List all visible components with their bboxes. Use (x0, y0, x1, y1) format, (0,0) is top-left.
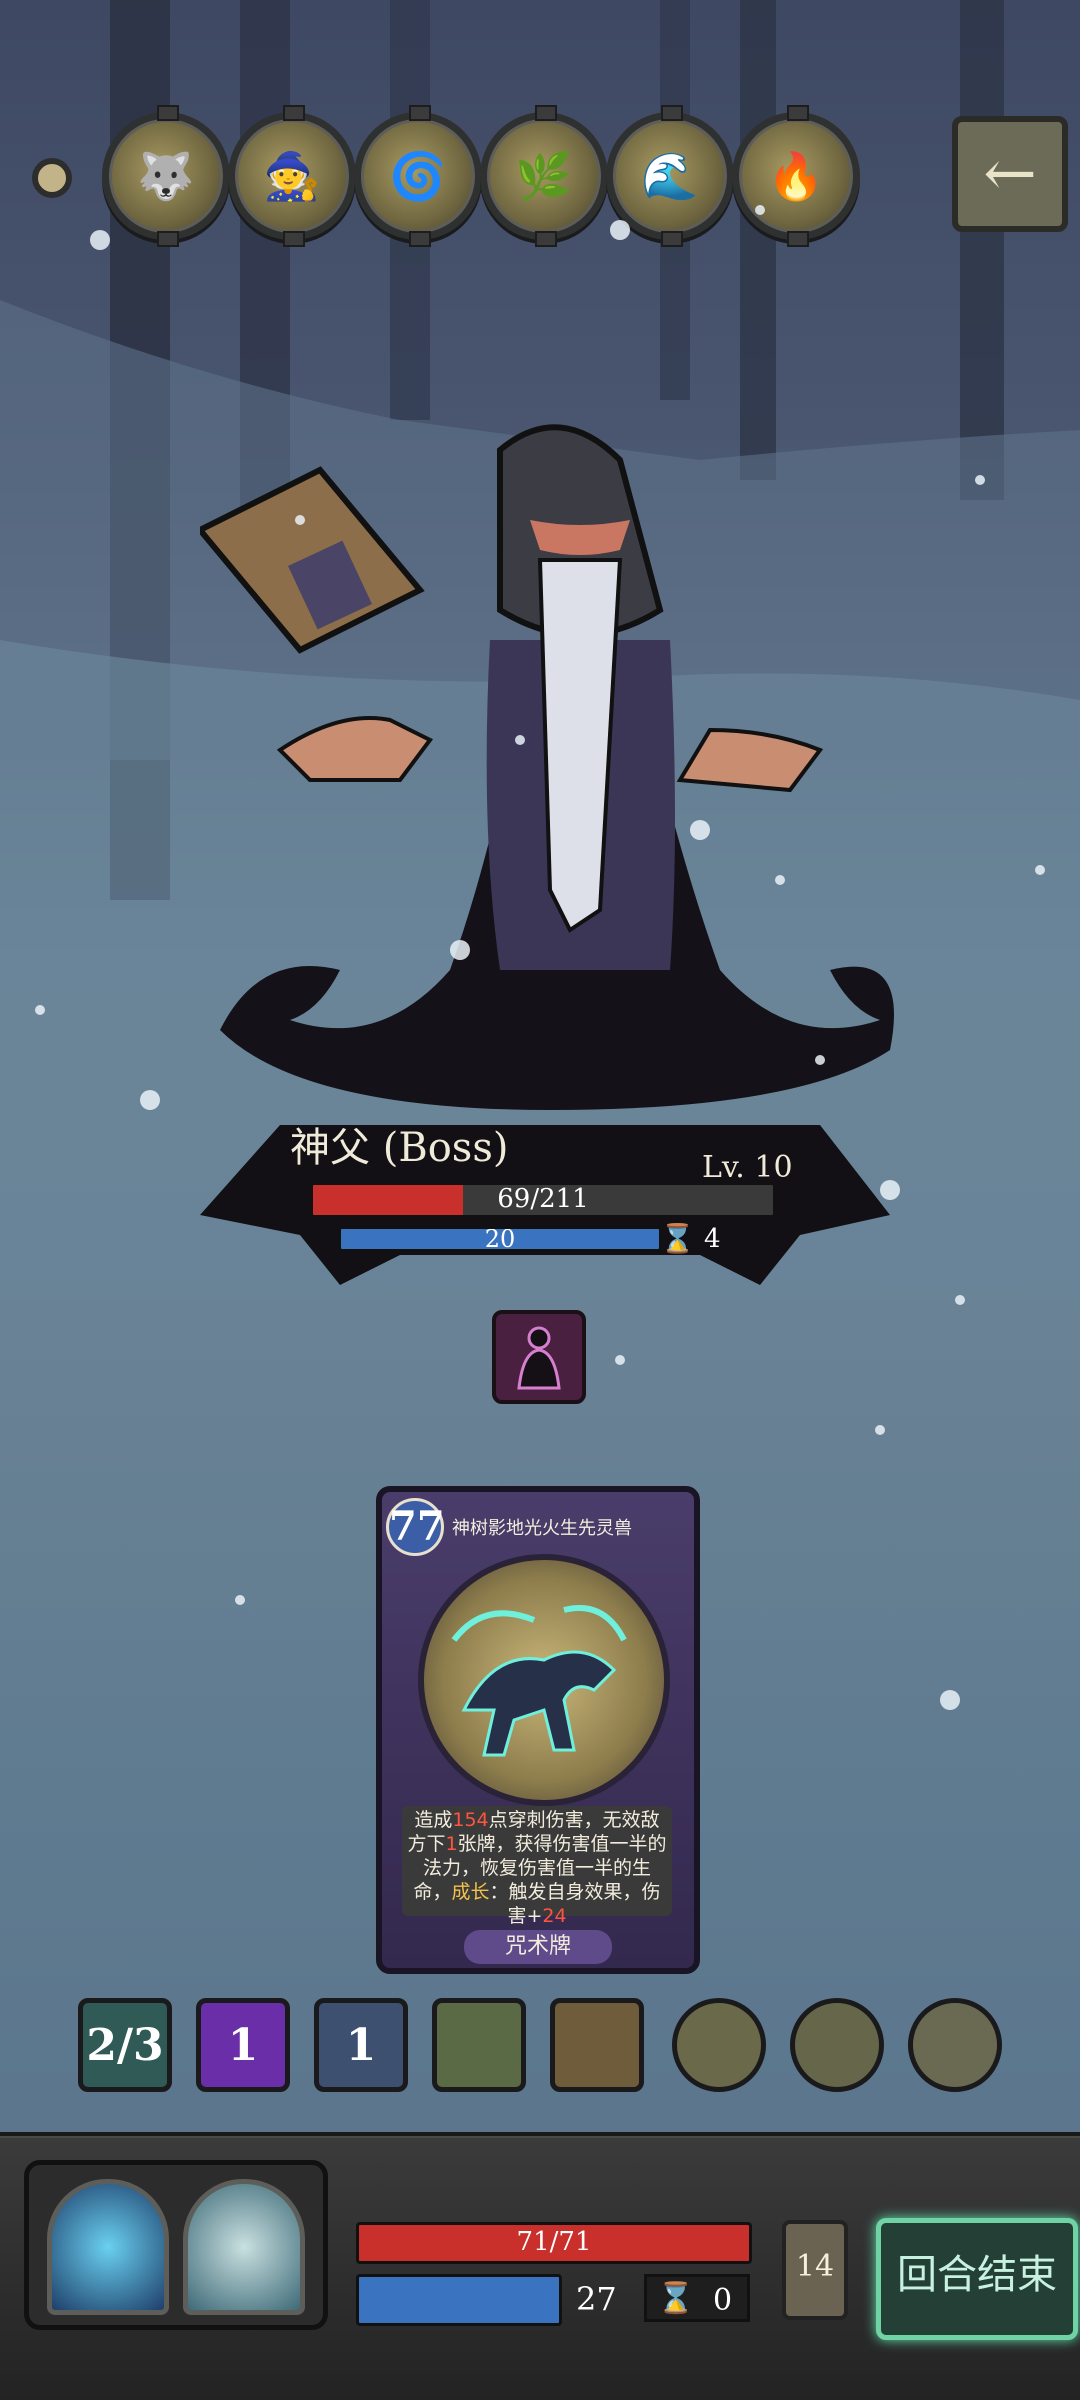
hero-portrait-mage[interactable] (47, 2179, 169, 2315)
hero-portrait-frame (24, 2160, 328, 2330)
snowflake (955, 1295, 965, 1305)
snowflake (90, 230, 110, 250)
snowflake (815, 1055, 825, 1065)
snowflake (610, 220, 630, 240)
snowflake (975, 475, 985, 485)
snowflake (940, 1690, 960, 1710)
snowflake (690, 820, 710, 840)
snowflake (615, 1355, 625, 1365)
snowflake (875, 1425, 885, 1435)
snowflake (35, 1005, 45, 1015)
snowflake (295, 515, 305, 525)
player-hourglass-icon: ⌛ (657, 2281, 695, 2316)
snowflake (515, 735, 525, 745)
snowflake (235, 1595, 245, 1605)
player-mana-value: 27 (576, 2280, 617, 2318)
draw-pile-count: 14 (795, 2249, 835, 2284)
battle-scene: 🐺 🧙 🌀 🌿 🌊 🔥 ← 神父 (Boss) Lv. 10 69/211 20… (0, 0, 1080, 2400)
end-turn-button[interactable]: 回合结束 (876, 2218, 1078, 2340)
snowflake (755, 205, 765, 215)
snowflake (450, 940, 470, 960)
snowflake (140, 1090, 160, 1110)
draw-pile-button[interactable]: 14 (782, 2220, 848, 2320)
player-timer-box: ⌛ 0 (644, 2274, 750, 2322)
snowflake (1035, 865, 1045, 875)
player-timer-value: 0 (713, 2283, 733, 2318)
snowflake (880, 1180, 900, 1200)
snowflake (775, 875, 785, 885)
hero-portrait-wanderer[interactable] (183, 2179, 305, 2315)
player-hp-text: 71/71 (516, 2227, 592, 2257)
player-mana-bar (356, 2274, 562, 2326)
snowfall (35, 205, 1045, 1710)
player-hp-bar: 71/71 (356, 2222, 752, 2264)
